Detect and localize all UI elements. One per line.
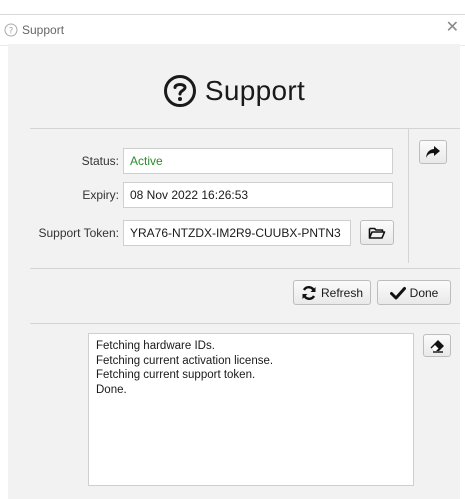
support-help-icon: ? <box>4 23 18 37</box>
log-line: Fetching current activation license. <box>96 354 274 367</box>
divider <box>30 268 460 269</box>
expiry-field: 08 Nov 2022 16:26:53 <box>123 182 393 208</box>
eraser-icon <box>430 339 444 353</box>
expiry-label: Expiry: <box>82 188 119 202</box>
divider <box>408 128 409 263</box>
clear-log-button[interactable] <box>423 334 451 357</box>
close-icon[interactable]: ✕ <box>446 20 459 36</box>
window-titlebar: ? Support ✕ <box>0 14 465 46</box>
support-token-field[interactable]: YRA76-NTZDX-IM2R9-CUUBX-PNTN3 <box>123 220 351 246</box>
checkmark-icon <box>389 286 406 299</box>
done-label: Done <box>409 285 439 300</box>
refresh-icon <box>302 285 316 300</box>
question-circle-icon <box>163 75 196 107</box>
divider <box>30 128 460 129</box>
folder-open-icon <box>368 227 386 239</box>
status-field: Active <box>123 148 393 174</box>
dialog-header: Support <box>8 74 460 118</box>
support-dialog: Support Status: Active Expiry: 08 Nov 20… <box>8 44 460 499</box>
support-token-label: Support Token: <box>38 226 119 240</box>
browse-button[interactable] <box>360 220 394 245</box>
divider <box>30 323 460 324</box>
log-line: Fetching current support token. <box>96 369 256 381</box>
share-arrow-icon <box>426 146 440 158</box>
status-label: Status: <box>81 154 119 168</box>
page-title: Support <box>204 75 306 106</box>
log-line: Done. <box>96 383 127 396</box>
log-output[interactable]: Fetching hardware IDs. Fetching current … <box>88 333 414 486</box>
log-line: Fetching hardware IDs. <box>96 340 215 352</box>
refresh-label: Refresh <box>320 285 364 300</box>
window-title: Support <box>22 23 65 37</box>
forward-button[interactable] <box>419 140 447 164</box>
svg-text:?: ? <box>9 27 14 37</box>
refresh-button[interactable]: Refresh <box>293 280 371 305</box>
done-button[interactable]: Done <box>377 280 451 305</box>
